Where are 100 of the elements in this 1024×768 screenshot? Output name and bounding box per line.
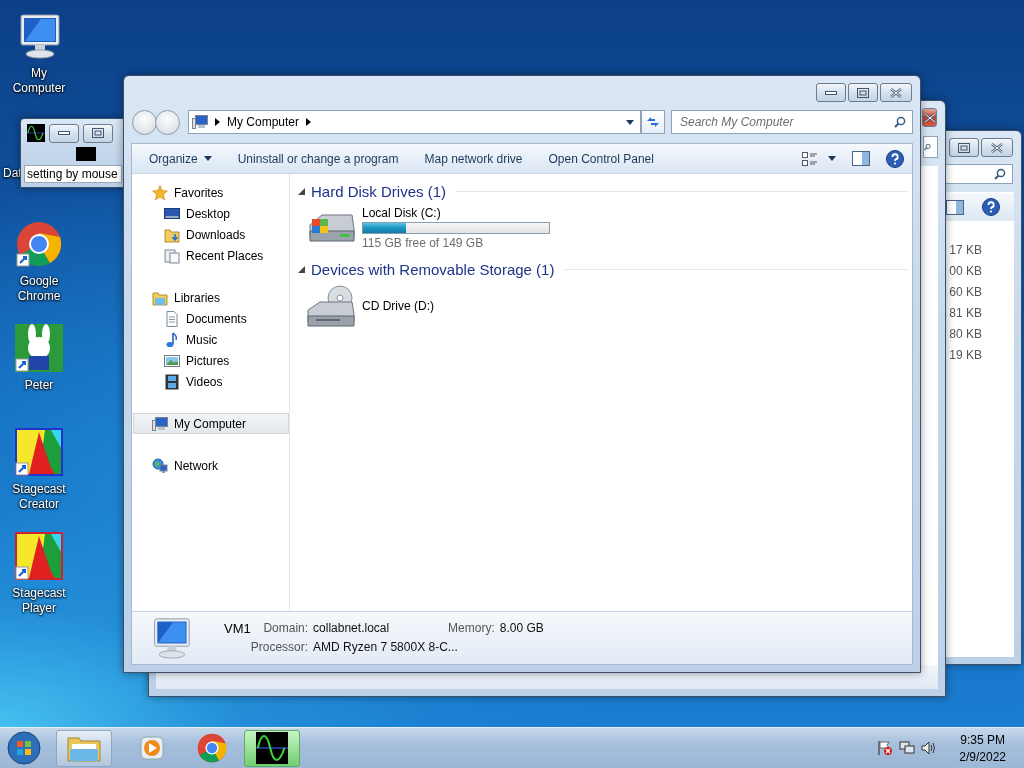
libraries-icon — [152, 289, 168, 306]
network-icon[interactable] — [899, 740, 916, 756]
close-button[interactable] — [880, 83, 912, 102]
downloads-icon — [164, 226, 180, 243]
size-cell-text: 19 KB — [949, 348, 982, 364]
search-field[interactable] — [923, 136, 938, 158]
minimize-button[interactable] — [816, 83, 846, 102]
pictures-icon — [164, 352, 180, 369]
minimize-icon — [58, 130, 70, 136]
desktop-icon — [164, 205, 180, 222]
minimize-icon — [825, 89, 837, 96]
volume-icon[interactable] — [921, 740, 938, 756]
nav-item[interactable]: My Computer — [133, 413, 289, 434]
start-orb-icon — [7, 731, 41, 765]
text-field[interactable]: setting by mouse — [24, 165, 122, 183]
nav-item[interactable]: Music — [133, 329, 289, 350]
recent-places-icon — [164, 247, 180, 264]
wave-icon — [255, 732, 289, 764]
clock-time[interactable]: 9:35 PM — [960, 732, 1005, 747]
nav-item[interactable]: Network — [133, 455, 289, 476]
chrome-icon — [197, 733, 227, 763]
desktop-icon-label[interactable]: Stagecast Creator — [4, 482, 74, 512]
free-space-text: 115 GB free of 149 GB — [362, 236, 485, 250]
dropdown-caret-icon — [626, 119, 634, 125]
cd-drive-icon — [306, 284, 356, 328]
desktop-icon-label[interactable]: Stagecast Player — [4, 586, 74, 616]
preview-pane-icon[interactable] — [946, 199, 964, 215]
refresh-button[interactable] — [641, 110, 665, 134]
drive-name[interactable]: CD Drive (D:) — [362, 299, 434, 313]
stagecast-icon — [15, 428, 63, 476]
nav-item[interactable]: Libraries — [133, 287, 289, 308]
group-header[interactable]: Devices with Removable Storage (1) — [311, 260, 555, 278]
taskbar-button[interactable] — [244, 729, 300, 767]
hard-drive-icon — [306, 211, 356, 245]
detail-label: Domain: — [262, 621, 309, 635]
breadcrumb-arrow-icon[interactable] — [306, 118, 312, 126]
nav-item[interactable]: Pictures — [133, 350, 289, 371]
expanded-triangle-icon[interactable] — [298, 265, 305, 273]
display-panel — [76, 147, 96, 161]
breadcrumb-arrow-icon[interactable] — [215, 118, 220, 126]
size-cell-text: 00 KB — [949, 264, 982, 280]
close-button[interactable] — [922, 108, 937, 127]
wave-icon — [27, 124, 45, 142]
toolbar-button[interactable]: Uninstall or change a program — [226, 147, 410, 170]
nav-item[interactable]: Videos — [133, 371, 289, 392]
restore-icon — [958, 142, 970, 153]
refresh-icon — [646, 116, 660, 128]
expanded-triangle-icon[interactable] — [298, 187, 305, 195]
size-cell-text: 17 KB — [949, 243, 982, 259]
help-icon[interactable] — [886, 149, 904, 168]
search-icon — [894, 116, 906, 128]
close-icon — [890, 87, 902, 98]
close-icon — [923, 112, 936, 123]
star-icon — [152, 184, 168, 201]
desktop-icon-label[interactable]: Google Chrome — [4, 274, 74, 304]
nav-item[interactable]: Favorites — [133, 182, 289, 203]
preview-pane-icon[interactable] — [852, 151, 870, 166]
toolbar-button[interactable]: Open Control Panel — [537, 147, 665, 170]
nav-item[interactable]: Documents — [133, 308, 289, 329]
address-bar[interactable]: My Computer — [188, 110, 641, 134]
view-options-icon[interactable] — [802, 151, 818, 166]
maximize-button[interactable] — [848, 83, 878, 102]
document-icon — [164, 310, 180, 327]
size-cell-text: 81 KB — [949, 306, 982, 322]
action-center-flag-icon[interactable] — [877, 740, 894, 756]
restore-icon — [857, 87, 869, 98]
nav-item[interactable]: Downloads — [133, 224, 289, 245]
bunny-icon — [15, 324, 63, 372]
music-note-icon — [164, 331, 180, 348]
maximize-button[interactable] — [949, 138, 979, 157]
close-icon — [991, 142, 1003, 153]
computer-icon — [152, 415, 168, 432]
desktop-icon-label[interactable]: My Computer — [4, 66, 74, 96]
detail-value: 8.00 GB — [499, 621, 544, 635]
desktop-icon-label[interactable]: Peter — [4, 378, 74, 393]
search-field[interactable] — [945, 164, 1013, 184]
computer-name: VM1 — [224, 621, 251, 636]
drive-name[interactable]: Local Disk (C:) — [362, 206, 550, 220]
toolbar-button[interactable]: Map network drive — [413, 147, 534, 170]
close-button[interactable] — [981, 138, 1013, 157]
nav-item[interactable]: Desktop — [133, 203, 289, 224]
media-player-icon — [139, 735, 165, 761]
nav-item[interactable]: Recent Places — [133, 245, 289, 266]
toolbar-button[interactable]: Organize — [138, 147, 223, 170]
computer-icon — [192, 114, 208, 130]
chrome-icon — [16, 221, 62, 267]
folder-icon — [67, 734, 101, 762]
search-icon — [994, 168, 1006, 180]
breadcrumb[interactable]: My Computer — [227, 115, 300, 129]
desktop-icon-label[interactable]: Dat — [0, 166, 22, 181]
stagecast-icon — [15, 532, 63, 580]
minimize-button[interactable] — [49, 123, 79, 143]
search-field[interactable]: Search My Computer — [671, 110, 913, 134]
clock-date[interactable]: 2/9/2022 — [959, 749, 1006, 764]
detail-value: collabnet.local — [313, 621, 391, 635]
caret-icon — [828, 156, 836, 161]
group-header[interactable]: Hard Disk Drives (1) — [311, 182, 446, 200]
help-icon[interactable] — [982, 198, 1000, 216]
maximize-button[interactable] — [83, 123, 113, 143]
start-button[interactable] — [4, 729, 44, 767]
